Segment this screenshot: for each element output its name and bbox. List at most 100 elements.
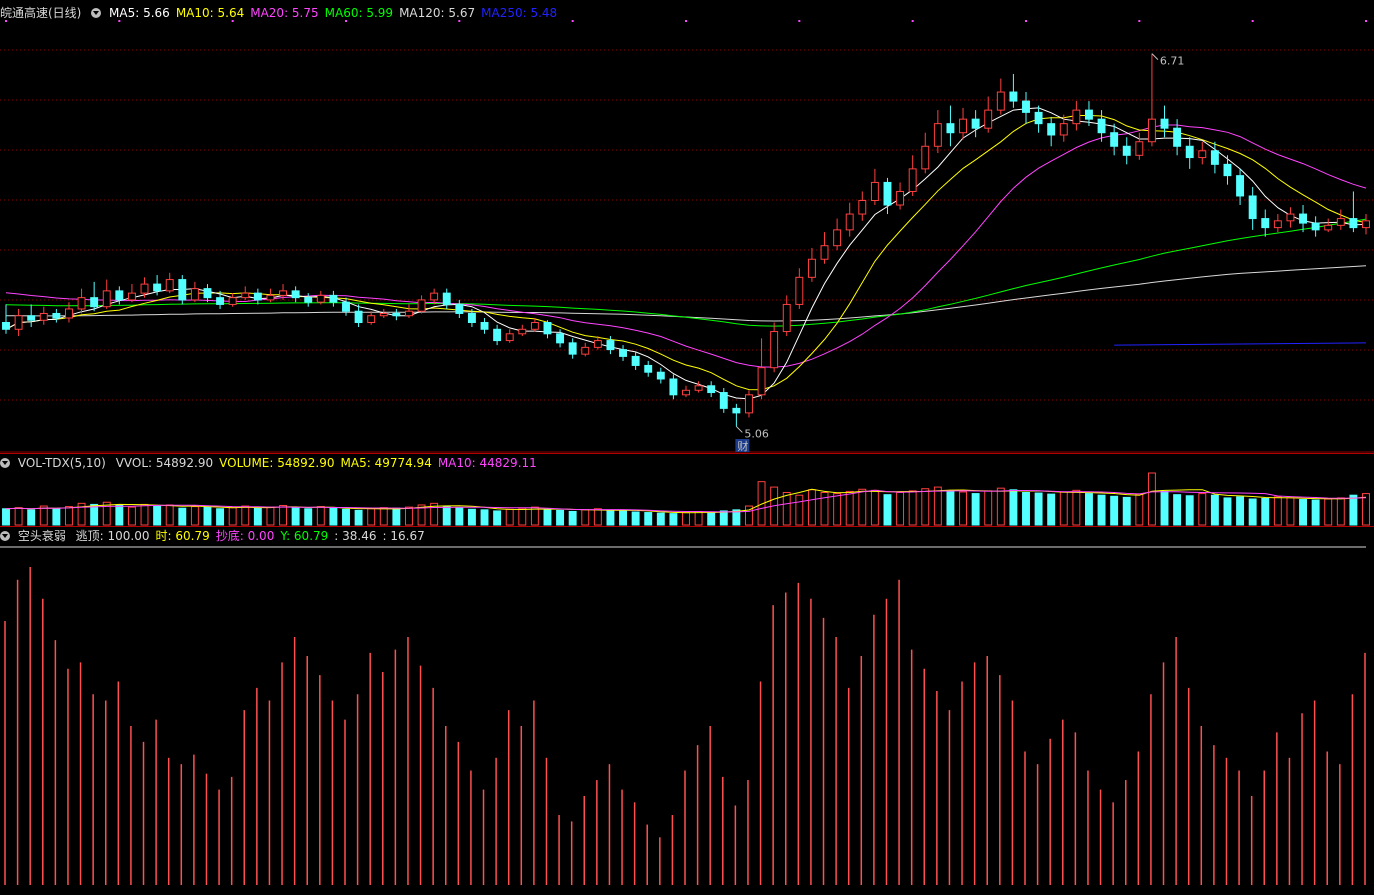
candle-body bbox=[203, 288, 212, 299]
volume-bar bbox=[1311, 499, 1320, 526]
candle-body bbox=[1236, 175, 1245, 197]
candle-body bbox=[833, 229, 842, 247]
volume-bar bbox=[2, 508, 10, 526]
candle-body bbox=[581, 346, 590, 355]
candle-body bbox=[115, 290, 124, 301]
volume-bar bbox=[190, 506, 199, 526]
volume-bar bbox=[27, 509, 36, 526]
candle-body bbox=[467, 312, 476, 324]
volume-bar bbox=[493, 510, 502, 526]
ind-legend-item-1: 时: 60.79 bbox=[155, 529, 210, 543]
candle-body bbox=[1122, 145, 1131, 156]
volume-bar bbox=[1185, 495, 1194, 526]
candle-body bbox=[354, 310, 363, 324]
candle-body bbox=[1198, 150, 1207, 159]
volume-bar bbox=[707, 511, 716, 526]
vol-legend-item-0: VVOL: 54892.90 bbox=[115, 456, 214, 470]
volume-bar bbox=[1135, 493, 1144, 526]
price-legend: 皖通高速(日线) MA5: 5.66 MA10: 5.64 MA20: 5.75 MA… bbox=[0, 5, 569, 21]
volume-bar bbox=[959, 491, 968, 526]
volume-bar bbox=[153, 505, 162, 526]
candle-body bbox=[1022, 100, 1030, 113]
candle-body bbox=[896, 190, 905, 206]
candle-body bbox=[291, 290, 300, 299]
volume-bar bbox=[1336, 497, 1345, 526]
volume-bar bbox=[392, 507, 401, 526]
ma250-line bbox=[1114, 342, 1367, 346]
volume-bar bbox=[316, 506, 325, 526]
volume-bar bbox=[719, 510, 728, 526]
candle-body bbox=[493, 328, 502, 342]
candle-body bbox=[757, 367, 766, 396]
volume-bar bbox=[405, 506, 413, 526]
indicator-settings-icon[interactable] bbox=[0, 531, 10, 541]
candle-body bbox=[304, 297, 313, 303]
ma-legend-item-0: MA5: 5.66 bbox=[109, 6, 170, 20]
volume-bar bbox=[228, 507, 237, 526]
volume-bar bbox=[858, 488, 867, 526]
candle-body bbox=[959, 118, 968, 134]
candle-body bbox=[1210, 150, 1219, 165]
volume-bar bbox=[203, 506, 212, 526]
volume-bar bbox=[178, 507, 187, 526]
candle-body bbox=[656, 371, 665, 380]
volume-bar bbox=[115, 505, 124, 526]
candle-body bbox=[1286, 213, 1295, 222]
volume-bar bbox=[1299, 499, 1308, 526]
candle-body bbox=[1085, 109, 1093, 120]
candle-body bbox=[14, 315, 23, 330]
volume-bar bbox=[342, 508, 350, 526]
price-chart[interactable]: 6.71 5.06财 bbox=[0, 0, 1374, 453]
candle-body bbox=[39, 312, 48, 321]
volume-bar bbox=[921, 488, 930, 526]
indicator-legend: 空头衰弱 逃顶: 100.00 时: 60.79 抄底: 0.00 Y: 60.79:… bbox=[0, 528, 437, 544]
volume-bar bbox=[216, 508, 225, 526]
candle-body bbox=[619, 349, 628, 357]
signal-dot bbox=[1138, 20, 1141, 22]
volume-bar bbox=[1223, 497, 1232, 526]
candle-body bbox=[52, 312, 61, 319]
volume-bar bbox=[1261, 497, 1270, 526]
volume-bar bbox=[52, 508, 61, 526]
volume-bar bbox=[241, 505, 250, 526]
ind-legend-item-0: 逃顶: 100.00 bbox=[75, 529, 150, 543]
volume-bar bbox=[908, 490, 917, 526]
volume-bar bbox=[518, 507, 527, 526]
volume-bar bbox=[1286, 497, 1295, 526]
candle-body bbox=[216, 297, 225, 305]
ma-legend: MA5: 5.66 MA10: 5.64 MA20: 5.75 MA60: 5.99 M… bbox=[109, 6, 563, 20]
candle-body bbox=[165, 279, 174, 292]
candle-body bbox=[1009, 91, 1018, 102]
vol-legend-item-2: MA5: 49774.94 bbox=[340, 456, 432, 470]
candle-body bbox=[1324, 224, 1333, 231]
signal-dot bbox=[1251, 20, 1254, 22]
volume-bar bbox=[568, 510, 577, 526]
candle-body bbox=[908, 168, 917, 192]
candle-body bbox=[1336, 218, 1345, 226]
candle-body bbox=[253, 292, 262, 301]
candle-body bbox=[1110, 132, 1119, 147]
volume-bar bbox=[379, 507, 388, 526]
volume-bar bbox=[996, 487, 1005, 526]
candle-body bbox=[140, 283, 149, 294]
volume-bar bbox=[65, 506, 73, 526]
candle-body bbox=[1147, 118, 1156, 143]
candle-body bbox=[883, 181, 892, 206]
candle-body bbox=[946, 123, 955, 134]
volume-bar bbox=[694, 510, 703, 526]
volume-bar bbox=[165, 504, 174, 526]
volume-bar bbox=[1085, 493, 1093, 526]
candle-body bbox=[1059, 123, 1068, 136]
settings-dropdown-icon[interactable] bbox=[91, 8, 102, 18]
panel-divider bbox=[0, 453, 1374, 454]
vol-legend-items: VVOL: 54892.90 VOLUME: 54892.90 MA5: 49774… bbox=[116, 456, 543, 470]
volume-legend: VOL-TDX(5,10) VVOL: 54892.90 VOLUME: 5489… bbox=[0, 455, 549, 471]
volume-bar bbox=[682, 512, 690, 526]
indicator-chart[interactable] bbox=[0, 543, 1374, 895]
candle-body bbox=[745, 394, 753, 414]
ind-legend-item-3: Y: 60.79 bbox=[280, 529, 329, 543]
candle-body bbox=[933, 123, 942, 147]
candle-body bbox=[820, 245, 829, 260]
volume-settings-icon[interactable] bbox=[0, 458, 10, 468]
volume-bar bbox=[669, 513, 678, 526]
